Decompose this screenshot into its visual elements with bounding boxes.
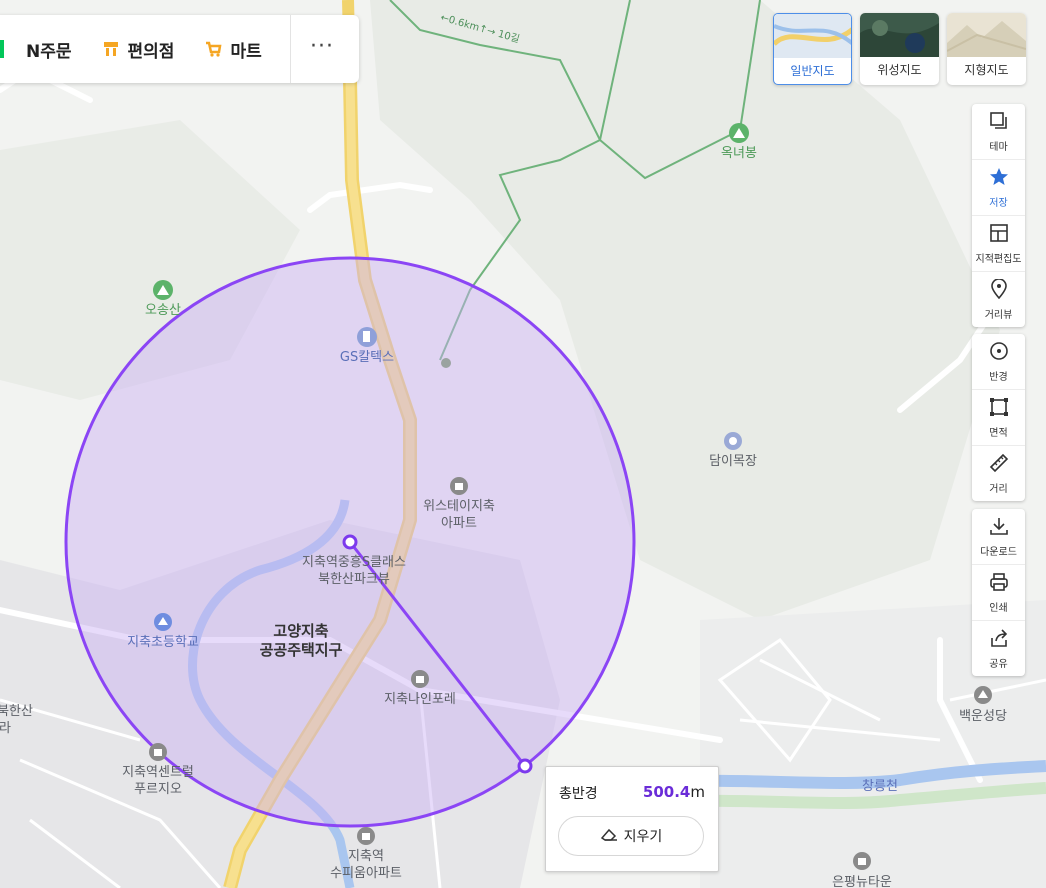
label-wistay-2: 아파트	[441, 516, 477, 531]
radius-result-popup: 총반경 500.4m 지우기	[545, 766, 719, 872]
radius-center-point[interactable]	[342, 534, 358, 550]
tool-distance[interactable]: 거리	[972, 446, 1025, 501]
label-district-1: 고양지축	[273, 622, 328, 640]
eraser-icon	[600, 826, 618, 846]
tool-street-view-label: 거리뷰	[984, 309, 1013, 321]
mountain-icon	[729, 123, 749, 143]
map-canvas[interactable]: 오송산 옥녀봉 GS칼텍스 담이목장 위스테이지축 아파트 지축역중흥S클래스 …	[0, 0, 1046, 888]
label-oknyeobong: 옥녀봉	[721, 146, 757, 161]
tool-theme[interactable]: 테마	[972, 104, 1025, 160]
category-convenience[interactable]: 편의점	[102, 37, 175, 62]
tool-street-view[interactable]: 거리뷰	[972, 272, 1025, 327]
clear-button[interactable]: 지우기	[558, 816, 704, 856]
radius-number: 500.4	[642, 783, 691, 801]
total-radius-value: 500.4m	[643, 783, 705, 801]
layers-icon	[989, 111, 1009, 135]
label-bukhansan-2: 라	[0, 721, 11, 736]
apartment-icon	[411, 670, 429, 688]
maptype-terrain-label: 지형지도	[964, 63, 1009, 77]
print-icon	[989, 572, 1009, 596]
tool-theme-label: 테마	[989, 141, 1008, 153]
label-oksongsan: 오송산	[145, 303, 181, 318]
label-changneungcheon: 창릉천	[862, 779, 898, 794]
tool-group-measure: 반경 면적 거리	[972, 334, 1025, 501]
naver-order-icon	[0, 40, 18, 58]
tool-group-view: 테마 저장 지적편집도 거리뷰	[972, 104, 1025, 327]
tool-share[interactable]: 공유	[972, 621, 1025, 676]
download-icon	[989, 516, 1009, 540]
tool-print[interactable]: 인쇄	[972, 565, 1025, 621]
tool-save-label: 저장	[989, 197, 1008, 209]
label-jichuk-class-1: 지축역중흥S클래스	[302, 555, 406, 570]
tool-download-label: 다운로드	[980, 546, 1017, 558]
street-view-icon	[989, 277, 1009, 303]
tool-group-export: 다운로드 인쇄 공유	[972, 509, 1025, 676]
ruler-icon	[989, 453, 1009, 477]
area-icon	[989, 397, 1009, 421]
label-jichuk-class-2: 북한산파크뷰	[318, 572, 390, 587]
maptype-satellite[interactable]: 위성지도	[860, 13, 939, 85]
maptype-terrain[interactable]: 지형지도	[947, 13, 1026, 85]
category-n-order[interactable]: N주문	[0, 37, 72, 62]
label-district-2: 공공주택지구	[260, 641, 343, 659]
label-bukhansan-1: 북한산	[0, 704, 33, 719]
star-icon	[989, 167, 1009, 191]
tool-cadastral[interactable]: 지적편집도	[972, 216, 1025, 272]
label-eunpyeong: 은평뉴타운	[832, 875, 892, 888]
convenience-store-icon	[102, 40, 120, 58]
normal-map-thumbnail	[774, 14, 851, 58]
share-icon	[989, 628, 1009, 652]
label-center-1: 지축역센트럴	[122, 765, 194, 780]
radius-unit: m	[690, 783, 705, 801]
category-convenience-label: 편의점	[127, 41, 175, 62]
more-button[interactable]: ···	[310, 34, 334, 59]
terrain-map-thumbnail	[947, 13, 1026, 57]
maptype-normal-label: 일반지도	[790, 64, 835, 78]
category-bar: N주문 편의점 마트 ···	[0, 15, 359, 83]
tool-area[interactable]: 면적	[972, 390, 1025, 446]
label-supium-2: 수피움아파트	[330, 866, 402, 881]
satellite-map-thumbnail	[860, 13, 939, 57]
divider	[290, 15, 291, 83]
category-n-order-label: N주문	[26, 41, 72, 62]
tool-print-label: 인쇄	[989, 602, 1008, 614]
maptype-normal[interactable]: 일반지도	[773, 13, 852, 85]
label-supium-1: 지축역	[348, 849, 384, 864]
total-radius-label: 총반경	[559, 786, 598, 802]
school-icon	[154, 613, 172, 631]
label-gs-caltex: GS칼텍스	[340, 350, 394, 365]
church-icon	[974, 686, 992, 704]
tool-radius-label: 반경	[989, 371, 1008, 383]
tool-distance-label: 거리	[989, 483, 1008, 495]
tool-save[interactable]: 저장	[972, 160, 1025, 216]
label-center-2: 푸르지오	[134, 782, 182, 797]
tool-cadastral-label: 지적편집도	[975, 253, 1022, 265]
apartment-icon	[149, 743, 167, 761]
label-wistay-1: 위스테이지축	[423, 499, 495, 514]
apartment-icon	[450, 477, 468, 495]
clear-button-label: 지우기	[623, 829, 663, 845]
tool-download[interactable]: 다운로드	[972, 509, 1025, 565]
label-nain: 지축나인포레	[384, 692, 456, 707]
tool-area-label: 면적	[989, 427, 1008, 439]
shopping-cart-icon	[204, 40, 222, 58]
tool-radius[interactable]: 반경	[972, 334, 1025, 390]
label-school: 지축초등학교	[127, 635, 199, 650]
trail-marker-icon	[441, 358, 451, 368]
category-mart-label: 마트	[230, 41, 262, 62]
radius-icon	[989, 341, 1009, 365]
radius-edge-point[interactable]	[517, 758, 533, 774]
label-daminokjang: 담이목장	[709, 454, 757, 469]
mountain-icon	[153, 280, 173, 300]
tool-share-label: 공유	[989, 658, 1008, 670]
cadastral-map-icon	[989, 223, 1009, 247]
gas-station-icon	[357, 327, 377, 347]
apartment-icon	[853, 852, 871, 870]
category-mart[interactable]: 마트	[204, 37, 262, 62]
ranch-icon	[724, 432, 742, 450]
maptype-satellite-label: 위성지도	[877, 63, 922, 77]
apartment-icon	[357, 827, 375, 845]
label-baekun: 백운성당	[959, 709, 1007, 724]
